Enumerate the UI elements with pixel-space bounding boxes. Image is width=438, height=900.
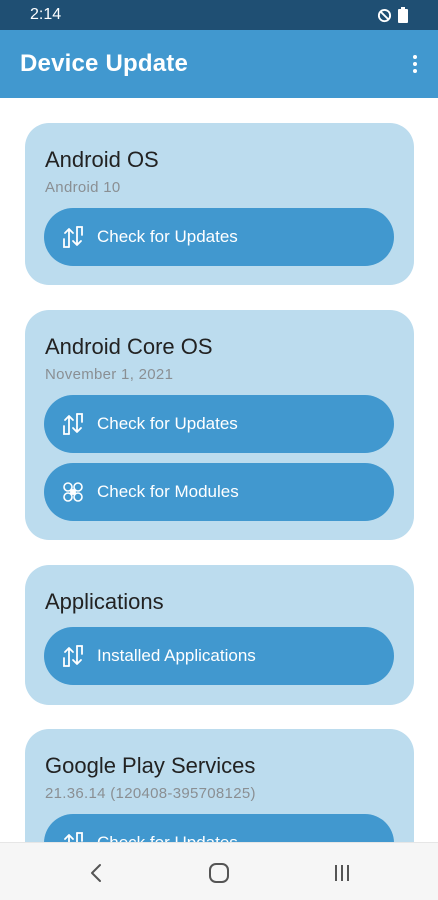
main-content[interactable]: Android OS Android 10 Check for Updates …	[0, 98, 438, 842]
do-not-disturb-icon	[377, 8, 392, 22]
card-title: Android OS	[45, 147, 159, 172]
sync-arrows-icon	[64, 832, 83, 842]
card-google-play-services: Google Play Services 21.36.14 (120408-39…	[25, 729, 414, 842]
page-title: Device Update	[20, 50, 188, 77]
check-for-updates-button[interactable]: Check for Updates	[44, 208, 394, 266]
sync-arrows-icon	[63, 413, 83, 435]
status-time: 2:14	[30, 6, 62, 23]
button-label: Check for Updates	[97, 227, 238, 246]
card-title: Applications	[45, 589, 164, 614]
button-label: Check for Updates	[97, 833, 238, 842]
status-icons	[377, 7, 408, 23]
card-subtitle: 21.36.14 (120408-395708125)	[45, 785, 256, 802]
modules-icon	[63, 482, 83, 502]
sync-arrows-icon	[63, 226, 83, 248]
more-vert-icon[interactable]	[408, 50, 422, 78]
check-for-modules-button[interactable]: Check for Modules	[44, 463, 394, 521]
check-for-updates-button[interactable]: Check for Updates	[44, 814, 394, 842]
button-label: Check for Modules	[97, 482, 239, 501]
app-bar: Device Update	[0, 30, 438, 98]
status-bar: 2:14	[0, 0, 438, 30]
back-icon[interactable]	[82, 858, 112, 888]
check-for-updates-button[interactable]: Check for Updates	[44, 395, 394, 453]
card-title: Google Play Services	[45, 753, 256, 778]
card-subtitle: November 1, 2021	[45, 366, 174, 383]
card-title: Android Core OS	[45, 334, 213, 359]
card-subtitle: Android 10	[45, 179, 121, 196]
battery-icon	[398, 7, 408, 23]
home-icon[interactable]	[204, 858, 234, 888]
card-applications: Applications Installed Applications	[25, 565, 414, 705]
card-android-core-os: Android Core OS November 1, 2021 Check f…	[25, 310, 414, 540]
sync-arrows-icon	[63, 645, 83, 667]
card-android-os: Android OS Android 10 Check for Updates	[25, 123, 414, 285]
button-label: Installed Applications	[97, 646, 256, 665]
installed-applications-button[interactable]: Installed Applications	[44, 627, 394, 685]
button-label: Check for Updates	[97, 414, 238, 433]
navigation-bar	[0, 842, 438, 900]
recents-icon[interactable]	[327, 858, 357, 888]
